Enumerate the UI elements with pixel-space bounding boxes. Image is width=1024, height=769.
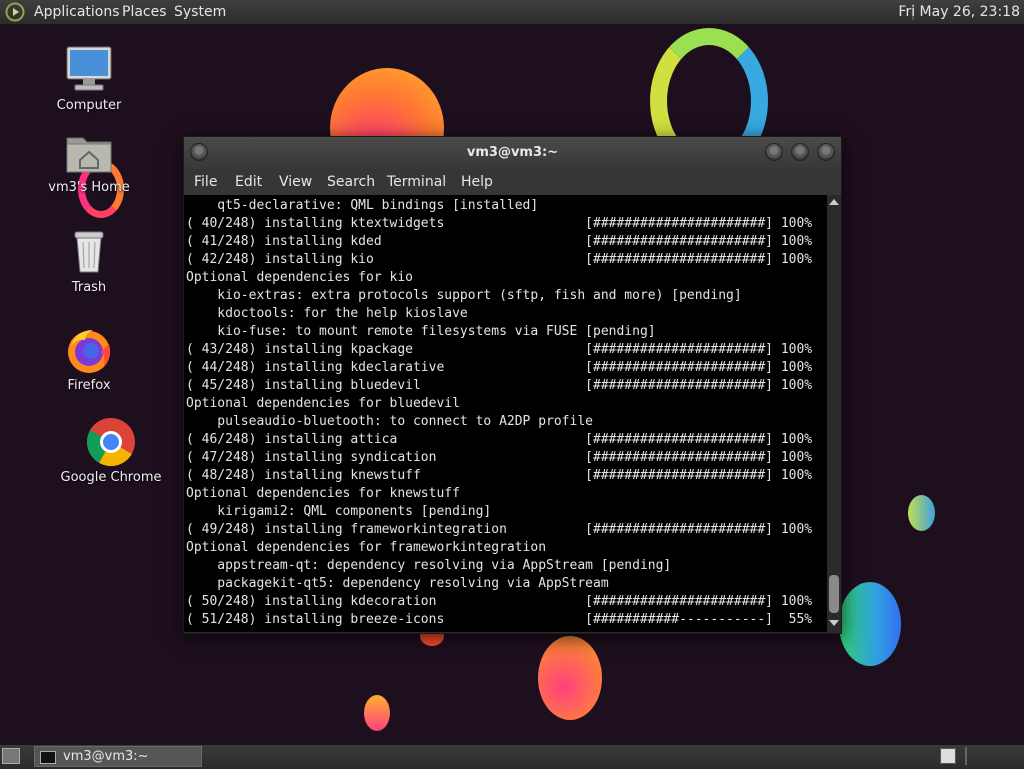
desktop-icon-home[interactable]: vm3's Home — [34, 126, 144, 195]
taskbar-item-label: vm3@vm3:~ — [63, 749, 149, 764]
terminal-output[interactable]: qt5-declarative: QML bindings [installed… — [184, 195, 827, 632]
wallpaper-small-blob — [908, 495, 935, 531]
terminal-text: qt5-declarative: QML bindings [installed… — [186, 198, 813, 627]
trash-icon — [63, 226, 115, 278]
terminal-icon — [40, 751, 56, 764]
taskbar-item-terminal[interactable]: vm3@vm3:~ — [34, 746, 202, 767]
home-folder-icon — [63, 126, 115, 178]
wallpaper-blue-blob — [839, 582, 901, 666]
menu-search[interactable]: Search — [327, 174, 375, 190]
menu-help[interactable]: Help — [461, 174, 493, 190]
terminal-window[interactable]: vm3@vm3:~ File Edit View Search Terminal… — [183, 136, 842, 634]
desktop-icon-label: Firefox — [67, 378, 111, 393]
menu-applications[interactable]: Applications — [34, 3, 120, 21]
close-button[interactable] — [817, 143, 835, 161]
wallpaper-tiny-blob — [364, 695, 390, 731]
scroll-down-arrow-icon[interactable] — [829, 620, 839, 626]
desktop-icon-label: vm3's Home — [48, 180, 130, 195]
menu-file[interactable]: File — [194, 174, 217, 190]
menu-edit[interactable]: Edit — [235, 174, 262, 190]
wallpaper-pink-blob — [538, 636, 602, 720]
scrollbar-thumb[interactable] — [829, 575, 839, 613]
minimize-button[interactable] — [765, 143, 783, 161]
chrome-icon — [85, 416, 137, 468]
terminal-menubar: File Edit View Search Terminal Help — [184, 169, 841, 195]
window-titlebar[interactable]: vm3@vm3:~ — [184, 137, 841, 169]
desktop-icon-label: Computer — [56, 98, 122, 113]
mate-logo-icon[interactable] — [5, 2, 25, 22]
bottom-panel: vm3@vm3:~ — [0, 744, 1024, 769]
desktop-icon-trash[interactable]: Trash — [34, 226, 144, 295]
desktop-icon-label: Trash — [71, 280, 107, 295]
panel-separator — [965, 747, 967, 765]
clock[interactable]: Fri May 26, 23:18 — [898, 3, 1020, 21]
menu-terminal[interactable]: Terminal — [387, 174, 446, 190]
computer-icon — [63, 44, 115, 96]
workspace-switcher[interactable] — [940, 748, 956, 764]
menu-view[interactable]: View — [279, 174, 312, 190]
scroll-up-arrow-icon[interactable] — [829, 199, 839, 205]
firefox-icon — [63, 324, 115, 376]
top-panel: Applications Places System Fri May 26, 2… — [0, 0, 1024, 25]
desktop-icon-chrome[interactable]: Google Chrome — [56, 416, 166, 485]
menu-places[interactable]: Places — [122, 3, 167, 21]
terminal-scrollbar[interactable] — [827, 195, 841, 632]
show-desktop-icon[interactable] — [2, 748, 20, 764]
window-title: vm3@vm3:~ — [466, 145, 559, 160]
desktop-icon-firefox[interactable]: Firefox — [34, 324, 144, 393]
desktop-icon-computer[interactable]: Computer — [34, 44, 144, 113]
maximize-button[interactable] — [791, 143, 809, 161]
desktop-icon-label: Google Chrome — [60, 470, 162, 485]
menu-system[interactable]: System — [174, 3, 226, 21]
